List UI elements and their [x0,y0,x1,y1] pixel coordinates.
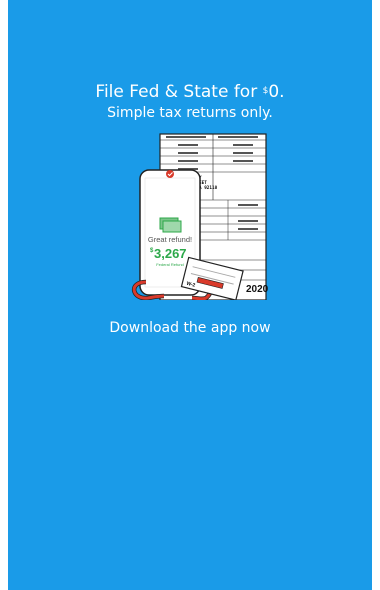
headline-amount: 0. [268,82,285,102]
phone-logo-icon [166,170,174,178]
phone-label: Great refund! [148,235,192,244]
form-year: 2020 [246,284,268,295]
headline: File Fed & State for $0. [8,82,372,102]
headline-currency: $ [262,86,269,96]
tax-illustration: BALOR COMPANY 123 MAIN STREET SAN DIEGO,… [132,133,268,300]
promo-screen: File Fed & State for $0. Simple tax retu… [8,0,372,590]
download-app-link[interactable]: Download the app now [8,318,372,338]
refund-caption: Federal Refund [156,262,184,267]
headline-prefix: File Fed & State for [95,82,263,102]
refund-amount: 3,267 [154,246,187,261]
subline: Simple tax returns only. [107,105,273,121]
